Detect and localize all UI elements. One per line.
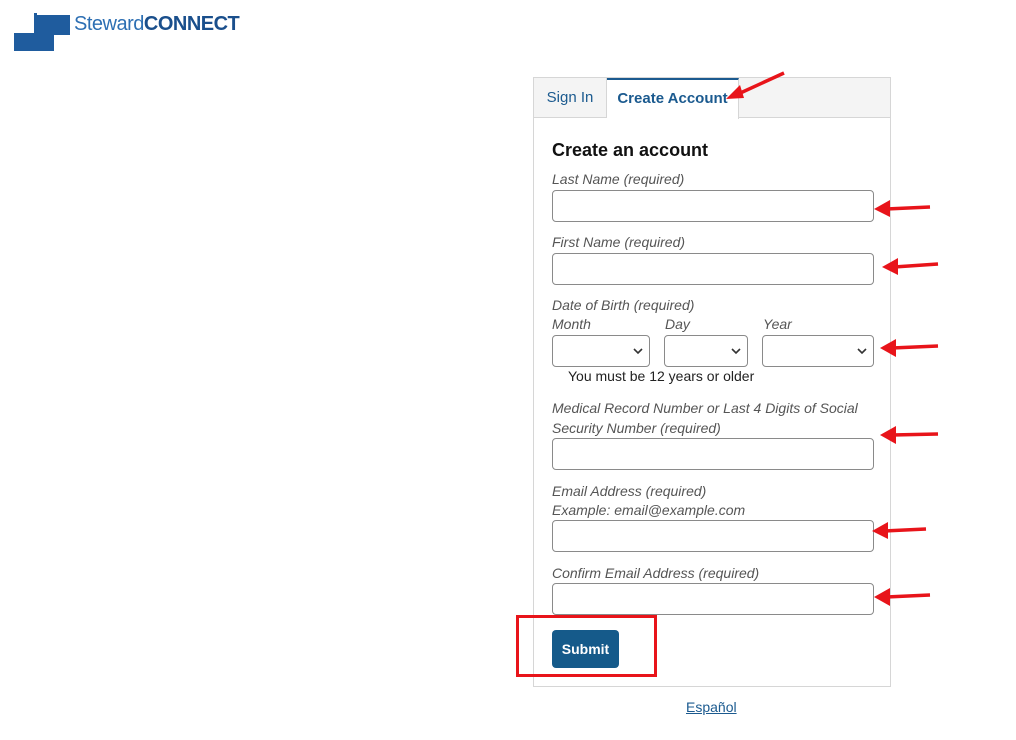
- red-arrow-icon: [872, 522, 927, 539]
- chevron-down-icon: [633, 348, 643, 355]
- month-label: Month: [552, 316, 591, 332]
- first-name-label: First Name (required): [552, 234, 686, 250]
- account-panel: Sign In Create Account Create an account…: [533, 77, 891, 687]
- email-label: Email Address (required): [552, 483, 707, 499]
- dob-label: Date of Birth (required): [552, 297, 695, 313]
- form-title: Create an account: [552, 140, 709, 160]
- red-arrow-icon: [880, 426, 939, 444]
- mrn-input[interactable]: [552, 438, 874, 470]
- year-select[interactable]: [762, 335, 874, 367]
- steward-connect-logo: StewardCONNECT: [14, 13, 254, 53]
- brand-name-part1: Steward: [74, 13, 144, 35]
- chevron-down-icon: [731, 348, 741, 355]
- confirm-email-label: Confirm Email Address (required): [552, 565, 760, 581]
- red-arrow-icon: [726, 71, 785, 99]
- tab-create-account[interactable]: Create Account: [607, 78, 739, 119]
- mrn-label-line2: Security Number (required): [552, 420, 721, 436]
- day-select[interactable]: [664, 335, 748, 367]
- red-arrow-icon: [874, 200, 931, 217]
- email-example: Example: email@example.com: [552, 502, 746, 518]
- year-label: Year: [763, 316, 792, 332]
- tab-bar: Sign In Create Account: [534, 78, 890, 119]
- red-arrow-icon: [874, 588, 931, 606]
- last-name-input[interactable]: [552, 190, 874, 222]
- stepped-blocks-logo-icon: [14, 13, 70, 51]
- espanol-link[interactable]: Español: [686, 699, 737, 715]
- last-name-label: Last Name (required): [552, 171, 685, 187]
- confirm-email-input[interactable]: [552, 583, 874, 615]
- red-arrow-icon: [880, 339, 939, 357]
- submit-highlight-box: [516, 615, 657, 677]
- chevron-down-icon: [857, 348, 867, 355]
- age-requirement-note: You must be 12 years or older: [568, 368, 755, 384]
- month-select[interactable]: [552, 335, 650, 367]
- mrn-label-line1: Medical Record Number or Last 4 Digits o…: [552, 400, 858, 416]
- brand-name-part2: CONNECT: [143, 13, 240, 35]
- day-label: Day: [665, 316, 690, 332]
- brand-wordmark: StewardCONNECT: [74, 13, 240, 36]
- email-input[interactable]: [552, 520, 874, 552]
- first-name-input[interactable]: [552, 253, 874, 285]
- tab-sign-in[interactable]: Sign In: [534, 78, 607, 118]
- red-arrow-icon: [882, 258, 939, 275]
